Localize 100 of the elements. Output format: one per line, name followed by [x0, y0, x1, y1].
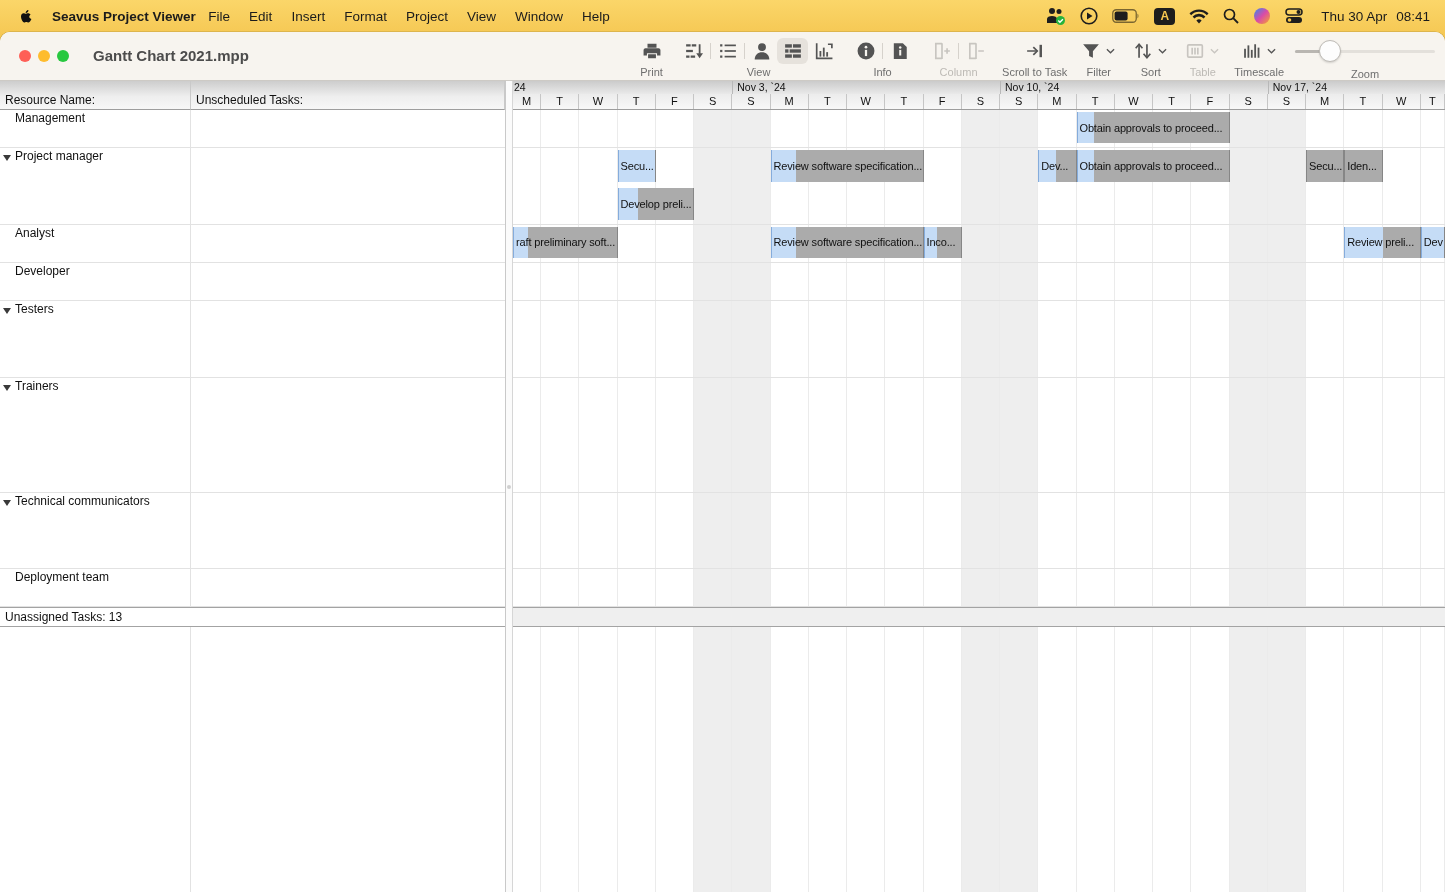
day-header: T: [1344, 94, 1383, 109]
toolbar-label: Print: [640, 66, 663, 79]
day-header: S: [1267, 94, 1306, 109]
splitter-grip-icon[interactable]: [507, 484, 511, 489]
day-header: W: [1114, 94, 1153, 109]
column-header[interactable]: Unscheduled Tasks:: [191, 81, 505, 110]
task-bar[interactable]: Obtain approvals to proceed...: [1076, 150, 1230, 182]
color-orb-icon[interactable]: [1253, 7, 1272, 25]
day-header: T: [1076, 94, 1115, 109]
chart-icon: [814, 42, 833, 60]
rows-arrow-icon: [684, 42, 703, 60]
day-header: M: [770, 94, 809, 109]
app-menu[interactable]: Seavus Project Viewer: [52, 8, 196, 24]
resource-name: Trainers: [15, 378, 59, 393]
resource-name: Analyst: [15, 225, 55, 240]
chevron-down-icon: [1106, 48, 1116, 54]
arrow-to-bar-icon: [1025, 42, 1044, 60]
day-header: M: [513, 94, 541, 109]
task-label: Review software specification...: [772, 160, 923, 173]
day-header: S: [732, 94, 771, 109]
toolbar-label: Timescale: [1234, 66, 1284, 79]
menu-item[interactable]: Insert: [281, 8, 335, 24]
task-label: raft preliminary soft...: [515, 236, 616, 249]
menu-item[interactable]: View: [457, 8, 506, 24]
play-circle-icon[interactable]: [1080, 7, 1099, 25]
task-bar[interactable]: Review software specification...: [770, 226, 924, 258]
task-bar[interactable]: Secu...: [617, 150, 656, 182]
task-label: Review preli...: [1346, 236, 1415, 249]
menu-item[interactable]: Format: [334, 8, 397, 24]
toolbar-label: Column: [939, 66, 978, 79]
close-button[interactable]: [19, 50, 31, 62]
day-header: F: [655, 94, 694, 109]
day-header: T: [541, 94, 580, 109]
view-button[interactable]: [777, 38, 809, 64]
menu-bar-clock[interactable]: Thu 30 Apr 08:41: [1321, 8, 1430, 24]
day-header: S: [1000, 94, 1039, 109]
list-icon: [718, 42, 737, 60]
task-bar[interactable]: Review preli...: [1344, 226, 1421, 258]
task-bar[interactable]: Develop preli...: [617, 188, 694, 220]
menu-item[interactable]: Project: [396, 8, 458, 24]
task-bar[interactable]: Secu...: [1306, 150, 1345, 182]
resource-name: Developer: [15, 264, 70, 278]
wifi-icon[interactable]: [1189, 8, 1210, 24]
filter-icon: [1082, 42, 1101, 60]
gantt-icon: [783, 42, 802, 60]
toolbar-label: Info: [873, 66, 892, 79]
people-check-icon[interactable]: [1046, 7, 1067, 25]
apple-icon[interactable]: [18, 7, 34, 25]
toolbar-label: View: [746, 66, 771, 79]
add-column-icon: [932, 42, 951, 60]
menu-item[interactable]: Help: [572, 8, 620, 24]
table-icon: [1186, 42, 1205, 60]
task-bar[interactable]: raft preliminary soft...: [513, 226, 618, 258]
chevron-down-icon: [1158, 48, 1168, 54]
day-header: T: [617, 94, 656, 109]
zoom-slider-thumb[interactable]: [1318, 40, 1341, 62]
task-label: Secu...: [1308, 160, 1343, 173]
day-header: W: [579, 94, 618, 109]
disclosure-triangle-icon[interactable]: [3, 384, 11, 391]
task-label: Secu...: [619, 160, 654, 173]
toolbar-label: Table: [1189, 66, 1216, 79]
chevron-down-icon: [1210, 48, 1220, 54]
toggles-icon[interactable]: [1285, 8, 1304, 24]
task-bar[interactable]: Obtain approvals to proceed...: [1076, 112, 1230, 144]
day-header: T: [808, 94, 847, 109]
day-header: F: [923, 94, 962, 109]
task-bar[interactable]: Iden...: [1344, 150, 1383, 182]
disclosure-triangle-icon[interactable]: [3, 499, 11, 506]
window-title: Gantt Chart 2021.mpp: [93, 47, 249, 64]
search-icon[interactable]: [1223, 8, 1240, 24]
day-header: S: [961, 94, 1000, 109]
resource-name: Technical communicators: [15, 493, 150, 508]
task-label: Dev...: [1040, 160, 1069, 173]
toolbar-label: Scroll to Task: [1002, 66, 1068, 79]
input-source-menu[interactable]: A: [1154, 7, 1176, 25]
task-label: Dev: [1422, 236, 1443, 249]
task-label: Obtain approvals to proceed...: [1078, 160, 1223, 173]
task-label: Obtain approvals to proceed...: [1078, 121, 1223, 134]
task-bar[interactable]: Review software specification...: [770, 150, 924, 182]
resource-name: Deployment team: [15, 570, 110, 584]
task-bar[interactable]: Dev...: [1038, 150, 1077, 182]
remove-column-icon: [966, 42, 985, 60]
column-header[interactable]: Resource Name:: [0, 81, 191, 110]
person-icon: [752, 42, 771, 60]
disclosure-triangle-icon[interactable]: [3, 155, 11, 162]
resource-name: Project manager: [15, 149, 104, 164]
toolbar-label: Zoom: [1350, 68, 1380, 81]
zoom-slider[interactable]: [1295, 40, 1435, 62]
menu-item[interactable]: Window: [505, 8, 573, 24]
toolbar-label: Sort: [1140, 66, 1161, 79]
day-header: S: [694, 94, 733, 109]
menu-item[interactable]: Edit: [239, 8, 282, 24]
day-header: S: [1229, 94, 1268, 109]
disclosure-triangle-icon[interactable]: [3, 308, 11, 315]
day-header: W: [847, 94, 886, 109]
printer-icon: [642, 42, 661, 60]
resource-name: Testers: [15, 302, 54, 317]
task-label: Inco...: [925, 236, 956, 249]
menu-item[interactable]: File: [198, 8, 240, 24]
resource-name: Management: [15, 111, 86, 125]
